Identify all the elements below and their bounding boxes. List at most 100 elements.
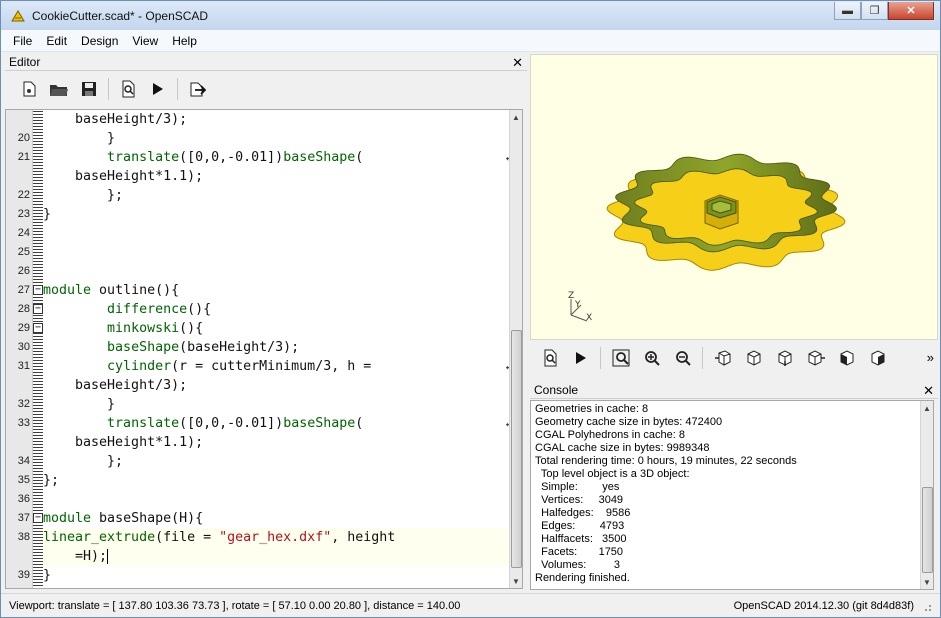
- view-left-icon[interactable]: [801, 345, 830, 371]
- console-scroll-thumb[interactable]: [922, 487, 933, 573]
- scroll-down-icon[interactable]: ▼: [923, 578, 931, 587]
- cookie-cutter-render: Z Y X: [568, 153, 846, 323]
- minimize-button[interactable]: ▬: [834, 2, 861, 20]
- preview-zoom-icon[interactable]: [114, 76, 142, 102]
- console-line: CGAL cache size in bytes: 9989348: [535, 442, 710, 454]
- run-icon[interactable]: [144, 76, 172, 102]
- code-line[interactable]: baseHeight/3);: [43, 110, 511, 129]
- fold-toggle-icon[interactable]: −: [33, 323, 43, 333]
- view-all-icon[interactable]: [606, 345, 635, 371]
- code-line[interactable]: baseHeight*1.1);: [43, 167, 511, 186]
- scroll-up-icon[interactable]: ▲: [923, 404, 931, 413]
- code-text: translate([0,0,-0.01])baseShape(: [107, 150, 364, 165]
- resize-grip-icon[interactable]: [920, 600, 932, 612]
- menu-view[interactable]: View: [125, 34, 165, 48]
- code-line[interactable]: baseHeight/3);: [43, 376, 511, 395]
- line-number: 33: [17, 417, 30, 429]
- code-text: module baseShape(H){: [43, 511, 204, 526]
- code-line[interactable]: 37− module baseShape(H){: [18, 509, 511, 528]
- console-output[interactable]: Geometries in cache: 8 Geometry cache siz…: [530, 400, 934, 590]
- line-number: 28: [17, 303, 30, 315]
- 3d-viewport[interactable]: Z Y X: [530, 54, 938, 340]
- console-line: Total rendering time: 0 hours, 19 minute…: [535, 455, 797, 467]
- svg-text:Y: Y: [574, 300, 581, 310]
- scroll-up-icon[interactable]: ▲: [512, 113, 520, 122]
- code-editor[interactable]: baseHeight/3); 20 } 21 translate([0,0,-0.0…: [5, 109, 523, 589]
- code-line[interactable]: 27− module outline(){: [18, 281, 511, 300]
- line-number: 35: [17, 474, 30, 486]
- scroll-down-icon[interactable]: ▼: [512, 577, 520, 586]
- code-line[interactable]: 33 translate([0,0,-0.01])baseShape(↩: [18, 414, 513, 433]
- text-cursor: [107, 548, 109, 564]
- code-line[interactable]: baseHeight*1.1);: [43, 433, 511, 452]
- maximize-button[interactable]: ❐: [861, 2, 888, 20]
- console-line: CGAL Polyhedrons in cache: 8: [535, 429, 686, 441]
- console-pane: Console ✕ Geometries in cache: 8 Geometry…: [530, 382, 938, 591]
- fold-toggle-icon[interactable]: −: [33, 513, 43, 523]
- code-text: }: [43, 397, 116, 412]
- line-number: 21: [17, 151, 30, 163]
- fold-toggle-icon[interactable]: −: [33, 304, 43, 314]
- viewport-status: Viewport: translate = [ 137.80 103.36 73…: [9, 599, 461, 612]
- zoom-in-icon[interactable]: [637, 345, 666, 371]
- code-line[interactable]: 30 baseShape(baseHeight/3);: [18, 338, 511, 357]
- menu-file[interactable]: File: [6, 34, 39, 48]
- view-right-icon[interactable]: [708, 345, 737, 371]
- code-line[interactable]: 38 linear_extrude(file = "gear_hex.dxf", …: [18, 528, 511, 547]
- editor-scroll-thumb[interactable]: [511, 330, 522, 568]
- new-file-icon[interactable]: [15, 76, 43, 102]
- console-close-icon[interactable]: ✕: [923, 384, 934, 397]
- code-text: }: [43, 207, 52, 222]
- svg-text:X: X: [586, 313, 592, 323]
- line-number: 37: [17, 512, 30, 524]
- code-lines: baseHeight/3); 20 } 21 translate([0,0,-0.0…: [18, 110, 513, 585]
- code-line[interactable]: =H);: [43, 547, 511, 566]
- fold-toggle-icon[interactable]: −: [33, 285, 43, 295]
- code-line[interactable]: 21 translate([0,0,-0.01])baseShape(↩: [18, 148, 513, 167]
- code-line[interactable]: 20 }: [18, 129, 511, 148]
- more-tools-icon[interactable]: »: [927, 350, 934, 365]
- code-text: linear_extrude(file = "gear_hex.dxf", he…: [43, 530, 396, 545]
- console-line: Edges: 4793: [535, 520, 625, 532]
- code-line[interactable]: 23}: [18, 205, 511, 224]
- zoom-out-icon[interactable]: [668, 345, 697, 371]
- view-back-icon[interactable]: [863, 345, 892, 371]
- view-bottom-icon[interactable]: [770, 345, 799, 371]
- line-number: 24: [17, 227, 30, 239]
- save-icon[interactable]: [75, 76, 103, 102]
- view-top-icon[interactable]: [739, 345, 768, 371]
- view-front-icon[interactable]: [832, 345, 861, 371]
- line-number: 26: [17, 265, 30, 277]
- code-line[interactable]: 34 };: [18, 452, 511, 471]
- code-text: }: [43, 131, 116, 146]
- preview-icon[interactable]: [535, 345, 564, 371]
- console-header: Console ✕: [530, 382, 938, 399]
- line-number: 39: [17, 569, 30, 581]
- toolbar-separator: [702, 347, 703, 369]
- code-line[interactable]: 35};: [18, 471, 511, 490]
- editor-scrollbar[interactable]: ▲ ▼: [509, 110, 522, 588]
- code-line[interactable]: 32 }: [18, 395, 511, 414]
- close-window-button[interactable]: ✕: [888, 2, 934, 20]
- code-line[interactable]: 26: [18, 262, 511, 281]
- code-line[interactable]: 28− difference(){: [18, 300, 511, 319]
- render-icon[interactable]: [566, 345, 595, 371]
- code-line[interactable]: 24: [18, 224, 511, 243]
- console-text: Geometries in cache: 8 Geometry cache siz…: [535, 403, 915, 585]
- code-line[interactable]: 25: [18, 243, 511, 262]
- editor-close-icon[interactable]: ✕: [512, 56, 523, 69]
- export-icon[interactable]: [183, 76, 211, 102]
- menu-bar: File Edit Design View Help: [1, 30, 940, 52]
- code-line[interactable]: 39}: [18, 566, 511, 585]
- code-line[interactable]: 36: [18, 490, 511, 509]
- open-folder-icon[interactable]: [45, 76, 73, 102]
- code-text: baseHeight*1.1);: [43, 169, 204, 184]
- menu-edit[interactable]: Edit: [39, 34, 74, 48]
- console-scrollbar[interactable]: ▲ ▼: [920, 401, 933, 589]
- code-line[interactable]: 22 };: [18, 186, 511, 205]
- menu-help[interactable]: Help: [165, 34, 204, 48]
- menu-design[interactable]: Design: [74, 34, 125, 48]
- code-text: minkowski(){: [107, 321, 204, 336]
- code-line[interactable]: 31 cylinder(r = cutterMinimum/3, h =↩: [18, 357, 513, 376]
- code-line[interactable]: 29− minkowski(){: [18, 319, 511, 338]
